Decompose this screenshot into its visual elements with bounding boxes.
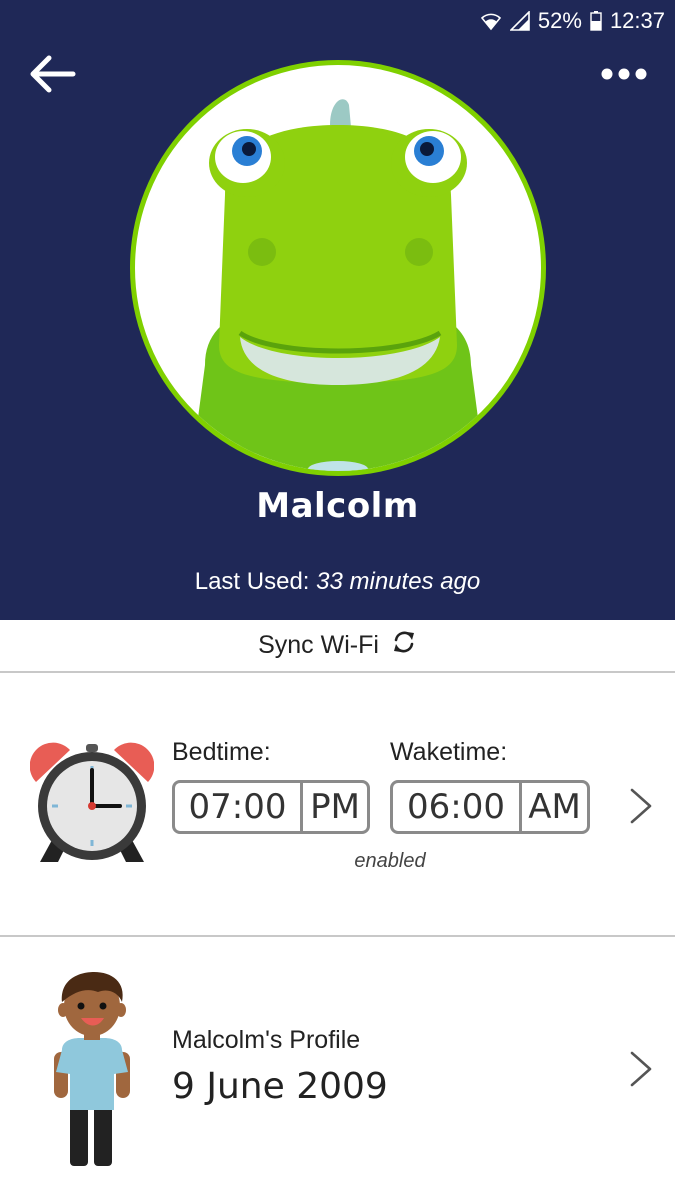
- robot-header: 52% 12:37 Malcolm Last Used: 33 minutes …: [0, 0, 675, 620]
- signal-icon: [509, 11, 530, 31]
- waketime-label: Waketime:: [390, 738, 508, 766]
- profile-chevron-right-icon[interactable]: [626, 1049, 656, 1089]
- sync-wifi-button[interactable]: Sync Wi-Fi: [0, 620, 675, 673]
- more-options-button[interactable]: [599, 58, 649, 94]
- bedtime-label: Bedtime:: [172, 738, 271, 766]
- status-bar: 52% 12:37: [480, 6, 665, 36]
- dinosaur-robot-image: [191, 99, 485, 471]
- robot-avatar: [130, 60, 546, 476]
- last-used-text: Last Used: 33 minutes ago: [0, 568, 675, 596]
- profile-name: Malcolm's Profile: [172, 1026, 361, 1054]
- robot-name: Malcolm: [256, 486, 419, 526]
- more-horizontal-icon: [601, 67, 647, 85]
- battery-percent: 52%: [537, 8, 582, 33]
- arrow-left-icon: [27, 54, 77, 99]
- waketime-time: 06:00: [407, 787, 505, 827]
- profile-birthdate: 9 June 2009: [172, 1066, 388, 1107]
- alarm-status: enabled: [354, 850, 426, 872]
- sync-wifi-label: Sync Wi-Fi: [258, 631, 379, 659]
- sync-icon: [391, 629, 417, 662]
- bedtime-period: PM: [310, 787, 360, 827]
- waketime-input[interactable]: 06:00 AM: [390, 780, 590, 834]
- last-used-value: 33 minutes ago: [316, 568, 481, 595]
- waketime-period: AM: [528, 787, 581, 827]
- bedtime-input[interactable]: 07:00 PM: [172, 780, 370, 834]
- battery-icon: [590, 11, 602, 31]
- bedtime-time: 07:00: [188, 787, 287, 827]
- wifi-icon: [480, 11, 502, 31]
- alarm-chevron-right-icon[interactable]: [626, 786, 656, 826]
- back-button[interactable]: [24, 52, 80, 100]
- child-avatar-icon: [48, 970, 138, 1175]
- status-time: 12:37: [609, 8, 665, 33]
- alarm-clock-icon: [29, 740, 155, 873]
- last-used-label: Last Used:: [194, 568, 310, 595]
